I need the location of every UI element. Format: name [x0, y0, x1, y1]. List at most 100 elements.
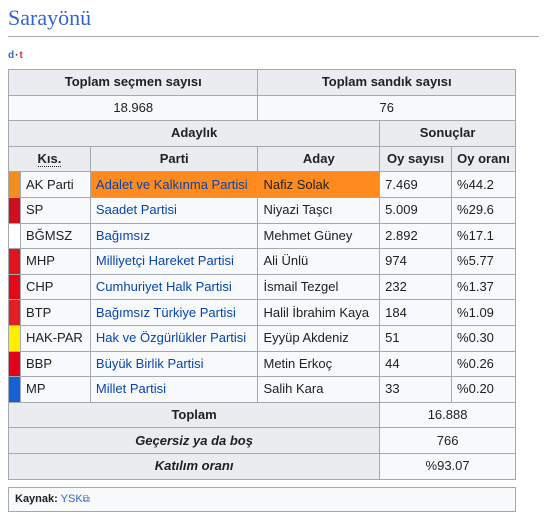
- party-link[interactable]: Cumhuriyet Halk Partisi: [96, 279, 232, 294]
- candidate-name: Metin Erkoç: [257, 350, 381, 378]
- total-label: Toplam: [7, 401, 381, 429]
- vote-count: 184: [379, 299, 453, 326]
- total-voters-value: 18.968: [7, 94, 259, 122]
- candidate-name: İsmail Tezgel: [257, 273, 381, 301]
- candidate-name: Niyazi Taşcı: [257, 196, 381, 224]
- votes-column-header: Oy sayısı: [379, 145, 453, 173]
- turnout-label: Katılım oranı: [7, 452, 381, 480]
- vote-share: %0.20: [451, 376, 516, 403]
- result-row: MP Millet Partisi Salih Kara 33 %0.20: [8, 376, 516, 403]
- party-short-name: BBP: [19, 350, 91, 378]
- party-color-swatch: [8, 299, 21, 326]
- turnout-value: %93.07: [379, 452, 516, 480]
- vote-share: %1.09: [451, 299, 516, 326]
- party-column-header: Parti: [89, 145, 259, 173]
- page-heading: Sarayönü: [8, 5, 539, 37]
- candidate-name: Halil İbrahim Kaya: [257, 299, 381, 326]
- candidacy-group-header: Adaylık: [7, 120, 381, 147]
- party-link[interactable]: Saadet Partisi: [96, 202, 177, 217]
- party-name-cell: Bağımsız Türkiye Partisi: [89, 299, 259, 326]
- results-rows: AK Parti Adalet ve Kalkınma Partisi Nafiz …: [8, 171, 516, 403]
- party-name-cell: Cumhuriyet Halk Partisi: [89, 273, 259, 301]
- party-short-name: SP: [19, 196, 91, 224]
- vote-share: %44.2: [451, 171, 516, 198]
- party-name-cell: Millet Partisi: [89, 376, 259, 403]
- navbox-links: d·t: [8, 50, 23, 61]
- separator: ·: [15, 50, 19, 61]
- party-color-swatch: [8, 376, 21, 403]
- candidate-name: Mehmet Güney: [257, 222, 381, 250]
- candidate-name: Eyyüp Akdeniz: [257, 324, 381, 352]
- party-name-cell: Büyük Birlik Partisi: [89, 350, 259, 378]
- party-link[interactable]: Millet Partisi: [96, 381, 166, 396]
- party-short-name: MP: [19, 376, 91, 403]
- party-link[interactable]: Büyük Birlik Partisi: [96, 356, 204, 371]
- party-link[interactable]: Hak ve Özgürlükler Partisi: [96, 330, 246, 345]
- result-row: MHP Milliyetçi Hareket Partisi Ali Ünlü 974…: [8, 248, 516, 275]
- result-row: SP Saadet Partisi Niyazi Taşcı 5.009 %29.6: [8, 196, 516, 224]
- source-label: Kaynak:: [15, 493, 58, 505]
- candidate-name: Salih Kara: [257, 376, 381, 403]
- total-ballot-boxes-header: Toplam sandık sayısı: [257, 69, 516, 96]
- vote-share-column-header: Oy oranı: [451, 145, 516, 173]
- total-ballot-boxes-value: 76: [257, 94, 516, 122]
- party-short-name: BĞMSZ: [19, 222, 91, 250]
- party-link[interactable]: Milliyetçi Hareket Partisi: [96, 253, 234, 268]
- party-color-swatch: [8, 222, 21, 250]
- short-name-column-header: Kıs.: [8, 145, 91, 173]
- vote-count: 7.469: [379, 171, 453, 198]
- external-link-icon: ⧉: [82, 494, 90, 505]
- vote-count: 51: [379, 324, 453, 352]
- party-color-swatch: [8, 324, 21, 352]
- vote-share: %0.26: [451, 350, 516, 378]
- party-short-name: CHP: [19, 273, 91, 301]
- party-name-cell: Saadet Partisi: [89, 196, 259, 224]
- vote-share: %5.77: [451, 248, 516, 275]
- candidate-column-header: Aday: [257, 145, 381, 173]
- result-row: BBP Büyük Birlik Partisi Metin Erkoç 44 %0.2…: [8, 350, 516, 378]
- short-name-abbr: Kıs.: [37, 151, 62, 168]
- vote-count: 2.892: [379, 222, 453, 250]
- results-group-header: Sonuçlar: [379, 120, 516, 147]
- party-link[interactable]: Bağımsız Türkiye Partisi: [96, 305, 236, 320]
- result-row: HAK-PAR Hak ve Özgürlükler Partisi Eyyüp A…: [8, 324, 516, 352]
- talk-link[interactable]: t: [19, 50, 22, 61]
- source-footer: Kaynak: YSK⧉: [8, 487, 516, 512]
- result-row: CHP Cumhuriyet Halk Partisi İsmail Tezgel 2…: [8, 273, 516, 301]
- vote-share: %29.6: [451, 196, 516, 224]
- party-name-cell: Adalet ve Kalkınma Partisi: [89, 171, 259, 198]
- source-link[interactable]: YSK: [61, 493, 83, 505]
- vote-share: %0.30: [451, 324, 516, 352]
- party-name-cell: Bağımsız: [89, 222, 259, 250]
- party-short-name: MHP: [19, 248, 91, 275]
- party-link[interactable]: Adalet ve Kalkınma Partisi: [96, 177, 248, 192]
- result-row: BTP Bağımsız Türkiye Partisi Halil İbrahim…: [8, 299, 516, 326]
- total-value: 16.888: [379, 401, 516, 429]
- party-color-swatch: [8, 248, 21, 275]
- party-color-swatch: [8, 171, 21, 198]
- result-row: AK Parti Adalet ve Kalkınma Partisi Nafiz …: [8, 171, 516, 198]
- vote-count: 44: [379, 350, 453, 378]
- party-name-cell: Hak ve Özgürlükler Partisi: [89, 324, 259, 352]
- party-short-name: HAK-PAR: [19, 324, 91, 352]
- vote-count: 5.009: [379, 196, 453, 224]
- party-color-swatch: [8, 196, 21, 224]
- vote-share: %17.1: [451, 222, 516, 250]
- candidate-name: Ali Ünlü: [257, 248, 381, 275]
- vote-count: 33: [379, 376, 453, 403]
- total-voters-header: Toplam seçmen sayısı: [7, 69, 259, 96]
- view-link[interactable]: d: [8, 50, 14, 61]
- election-results-table: Toplam seçmen sayısı Toplam sandık sayıs…: [7, 69, 516, 480]
- candidate-name: Nafiz Solak: [257, 171, 381, 198]
- result-row: BĞMSZ Bağımsız Mehmet Güney 2.892 %17.1: [8, 222, 516, 250]
- party-short-name: BTP: [19, 299, 91, 326]
- invalid-value: 766: [379, 427, 516, 454]
- party-short-name: AK Parti: [19, 171, 91, 198]
- party-color-swatch: [8, 273, 21, 301]
- vote-share: %1.37: [451, 273, 516, 301]
- invalid-label: Geçersiz ya da boş: [7, 427, 381, 454]
- party-name-cell: Milliyetçi Hareket Partisi: [89, 248, 259, 275]
- party-link[interactable]: Bağımsız: [96, 228, 150, 243]
- vote-count: 974: [379, 248, 453, 275]
- vote-count: 232: [379, 273, 453, 301]
